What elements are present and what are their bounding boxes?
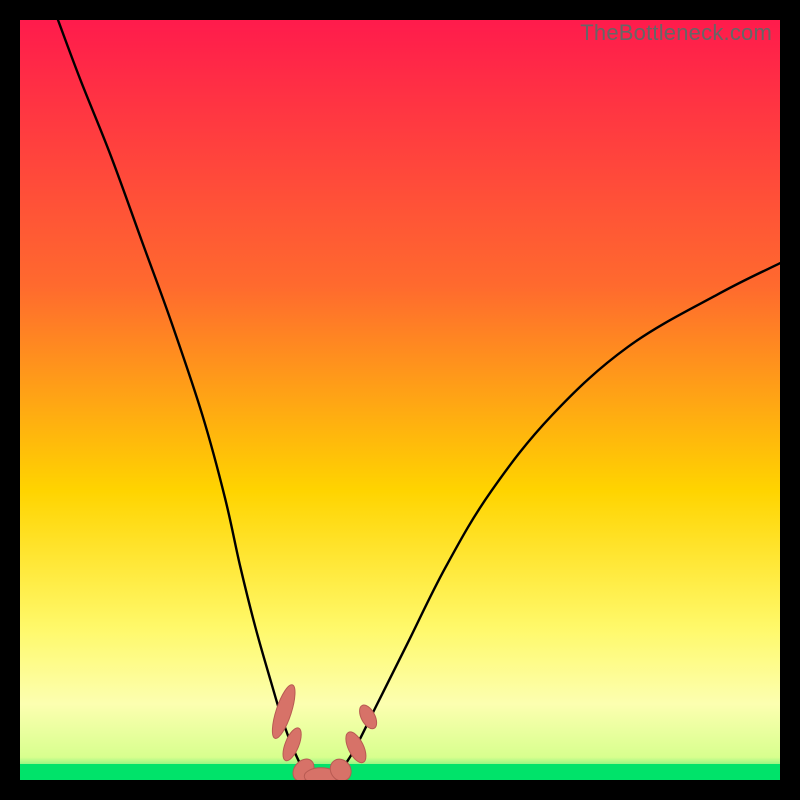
gradient-bg: [20, 20, 780, 780]
green-baseline: [20, 764, 780, 780]
chart-frame: TheBottleneck.com: [20, 20, 780, 780]
bottleneck-chart: [20, 20, 780, 780]
watermark-text: TheBottleneck.com: [580, 20, 772, 46]
